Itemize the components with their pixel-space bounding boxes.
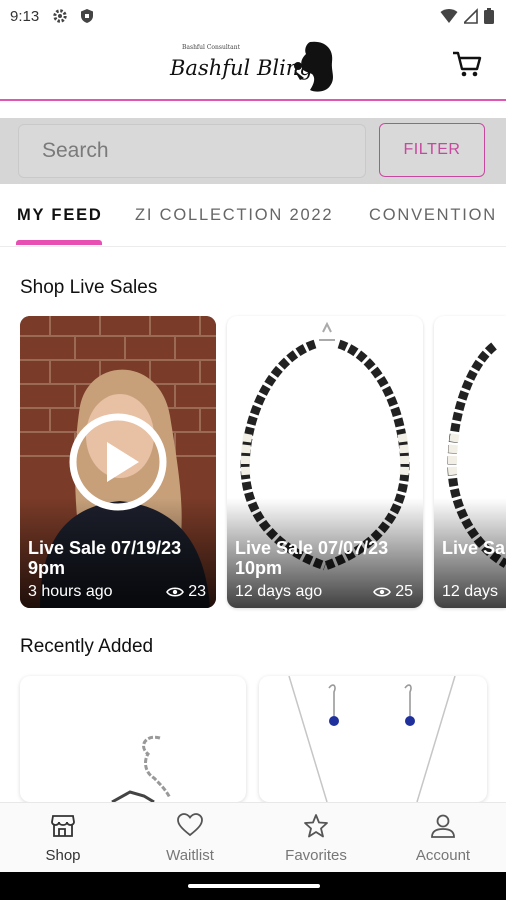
live-sale-views: 23 [166, 583, 206, 601]
filter-button[interactable]: FILTER [379, 123, 485, 177]
nav-waitlist-label: Waitlist [166, 847, 214, 864]
product-card[interactable] [20, 676, 246, 802]
nav-shop[interactable]: Shop [0, 803, 126, 873]
earrings-necklace-image [288, 676, 456, 802]
wifi-icon [440, 8, 458, 29]
nav-favorites[interactable]: Favorites [253, 803, 379, 873]
live-sale-time-ago: 3 hours ago [28, 583, 113, 600]
nav-favorites-label: Favorites [285, 847, 347, 864]
view-count: 25 [395, 583, 413, 600]
live-sale-views: 25 [373, 583, 413, 601]
search-box[interactable] [18, 124, 366, 178]
view-count: 23 [188, 583, 206, 600]
section-title-live-sales: Shop Live Sales [20, 277, 158, 298]
status-time: 9:13 [10, 8, 40, 25]
home-gesture-handle[interactable] [188, 884, 320, 888]
active-tab-indicator [16, 240, 102, 245]
nav-account-label: Account [415, 847, 471, 864]
cart-icon[interactable] [452, 50, 482, 83]
app-header: Bashful Consultant Bashful Bling [0, 34, 506, 98]
nav-waitlist[interactable]: Waitlist [127, 803, 253, 873]
status-bar: 9:13 [0, 0, 506, 34]
live-sale-title: Live Sale 07/19/23 9pm [28, 538, 182, 578]
shield-icon [80, 8, 94, 29]
person-icon [430, 813, 456, 844]
battery-icon [484, 8, 494, 29]
header-divider [0, 99, 506, 101]
shop-icon [50, 813, 76, 844]
nav-account[interactable]: Account [380, 803, 506, 873]
live-sale-time-ago: 12 days ago [235, 583, 323, 600]
bracelet-image [111, 735, 172, 802]
live-sale-title: Live Sale 07/07/23 10pm [235, 538, 389, 578]
logo-silhouette-icon [294, 41, 334, 92]
live-sale-card[interactable]: Live Sale 07/19/23 9pm 3 hours ago 23 [20, 316, 216, 608]
eye-icon [373, 587, 392, 597]
gesture-bar [0, 872, 506, 900]
search-input[interactable] [18, 124, 352, 178]
category-tabs: MY FEED ZI COLLECTION 2022 CONVENTION [0, 184, 506, 247]
section-title-recently-added: Recently Added [20, 636, 154, 657]
play-icon[interactable] [68, 412, 168, 512]
tab-my-feed[interactable]: MY FEED [17, 206, 103, 225]
heart-icon [177, 813, 203, 842]
live-sale-time-ago: 12 days [442, 583, 499, 600]
live-sale-card[interactable]: Live Sale 9pm 12 days [434, 316, 506, 608]
nav-shop-label: Shop [45, 847, 81, 864]
search-bar: FILTER [0, 118, 506, 184]
star-icon [303, 813, 329, 844]
eye-icon [166, 587, 185, 597]
logo-tagline: Bashful Consultant [182, 44, 241, 51]
live-sale-card[interactable]: Live Sale 07/07/23 10pm 12 days ago 25 [227, 316, 423, 608]
product-card[interactable] [259, 676, 487, 802]
tab-zi-collection-2022[interactable]: ZI COLLECTION 2022 [135, 206, 333, 225]
bottom-navigation: Shop Waitlist Favorites Account [0, 802, 506, 873]
tab-convention[interactable]: CONVENTION [369, 206, 497, 225]
gear-icon [52, 8, 68, 29]
live-sale-title: Live Sale 9pm [442, 538, 506, 558]
signal-icon [462, 8, 478, 29]
brand-logo: Bashful Consultant Bashful Bling [168, 38, 338, 94]
